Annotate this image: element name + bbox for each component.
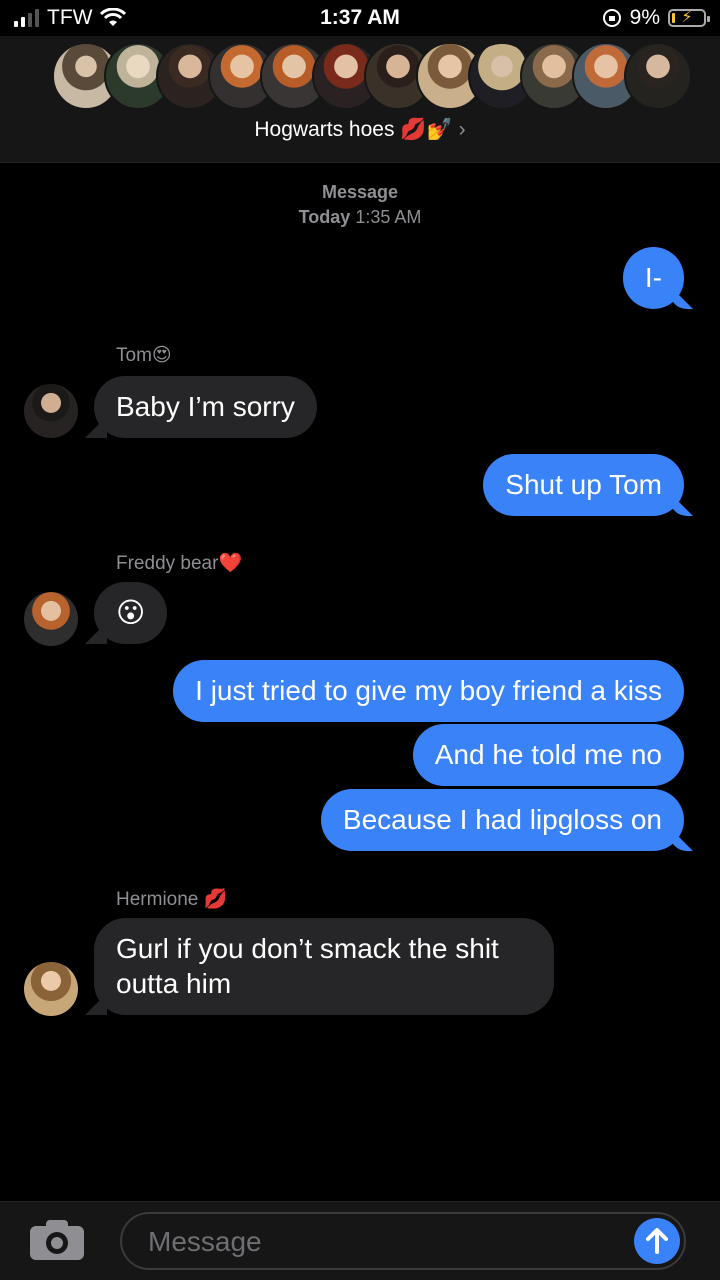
sender-name: Hermione 💋 <box>116 889 228 910</box>
chevron-right-icon: › <box>458 118 466 141</box>
sender-name: Freddy bear❤️ <box>116 553 243 574</box>
sender-avatar[interactable] <box>24 962 78 1016</box>
battery-icon: ⚡ <box>668 9 710 27</box>
message-text: I- <box>644 262 662 293</box>
incoming-message[interactable]: Gurl if you don’t smack the shit outta h… <box>94 918 554 1015</box>
conversation-timestamp: Today 1:35 AM <box>0 207 720 228</box>
compose-bar <box>0 1201 720 1280</box>
message-field[interactable] <box>120 1212 686 1270</box>
message-text: I just tried to give my boy friend a kis… <box>195 675 662 706</box>
orientation-lock-icon <box>602 9 621 27</box>
arrow-up-icon <box>646 1228 668 1254</box>
incoming-message[interactable]: 😮 <box>94 582 168 644</box>
message-text-line: outta him <box>116 968 232 999</box>
timestamp-day: Today <box>298 207 351 227</box>
group-name[interactable]: Hogwarts hoes 💋💅 › <box>0 118 720 142</box>
sender-avatar[interactable] <box>24 384 78 438</box>
message-text: Because I had lipgloss on <box>342 804 662 835</box>
conversation-header[interactable]: Hogwarts hoes 💋💅 › <box>0 36 720 163</box>
status-bar: TFW 1:37 AM 9% ⚡ <box>0 0 720 36</box>
message-text: And he told me no <box>434 739 662 770</box>
incoming-message[interactable]: Baby I’m sorry <box>94 376 317 438</box>
outgoing-message[interactable]: I just tried to give my boy friend a kis… <box>173 660 684 722</box>
timestamp-time: 1:35 AM <box>355 207 422 227</box>
group-name-label: Hogwarts hoes 💋💅 <box>254 118 453 141</box>
outgoing-message[interactable]: Shut up Tom <box>483 454 684 516</box>
message-input[interactable] <box>146 1214 620 1270</box>
battery-percent: 9% <box>629 6 660 29</box>
message-text: 😮 <box>116 597 146 628</box>
status-right: 9% ⚡ <box>602 6 710 30</box>
sender-avatar[interactable] <box>24 592 78 646</box>
message-text: Shut up Tom <box>505 469 662 500</box>
message-text: Baby I’m sorry <box>116 391 295 422</box>
outgoing-message[interactable]: I- <box>622 247 684 309</box>
outgoing-message[interactable]: And he told me no <box>412 724 684 786</box>
send-button[interactable] <box>634 1218 680 1264</box>
avatar <box>624 42 692 110</box>
sender-name: Tom😍 <box>116 345 172 366</box>
camera-icon[interactable] <box>30 1220 84 1260</box>
service-label: Message <box>321 182 399 202</box>
outgoing-message[interactable]: Because I had lipgloss on <box>320 789 684 851</box>
message-text-line: Gurl if you don’t smack the shit <box>116 933 499 964</box>
